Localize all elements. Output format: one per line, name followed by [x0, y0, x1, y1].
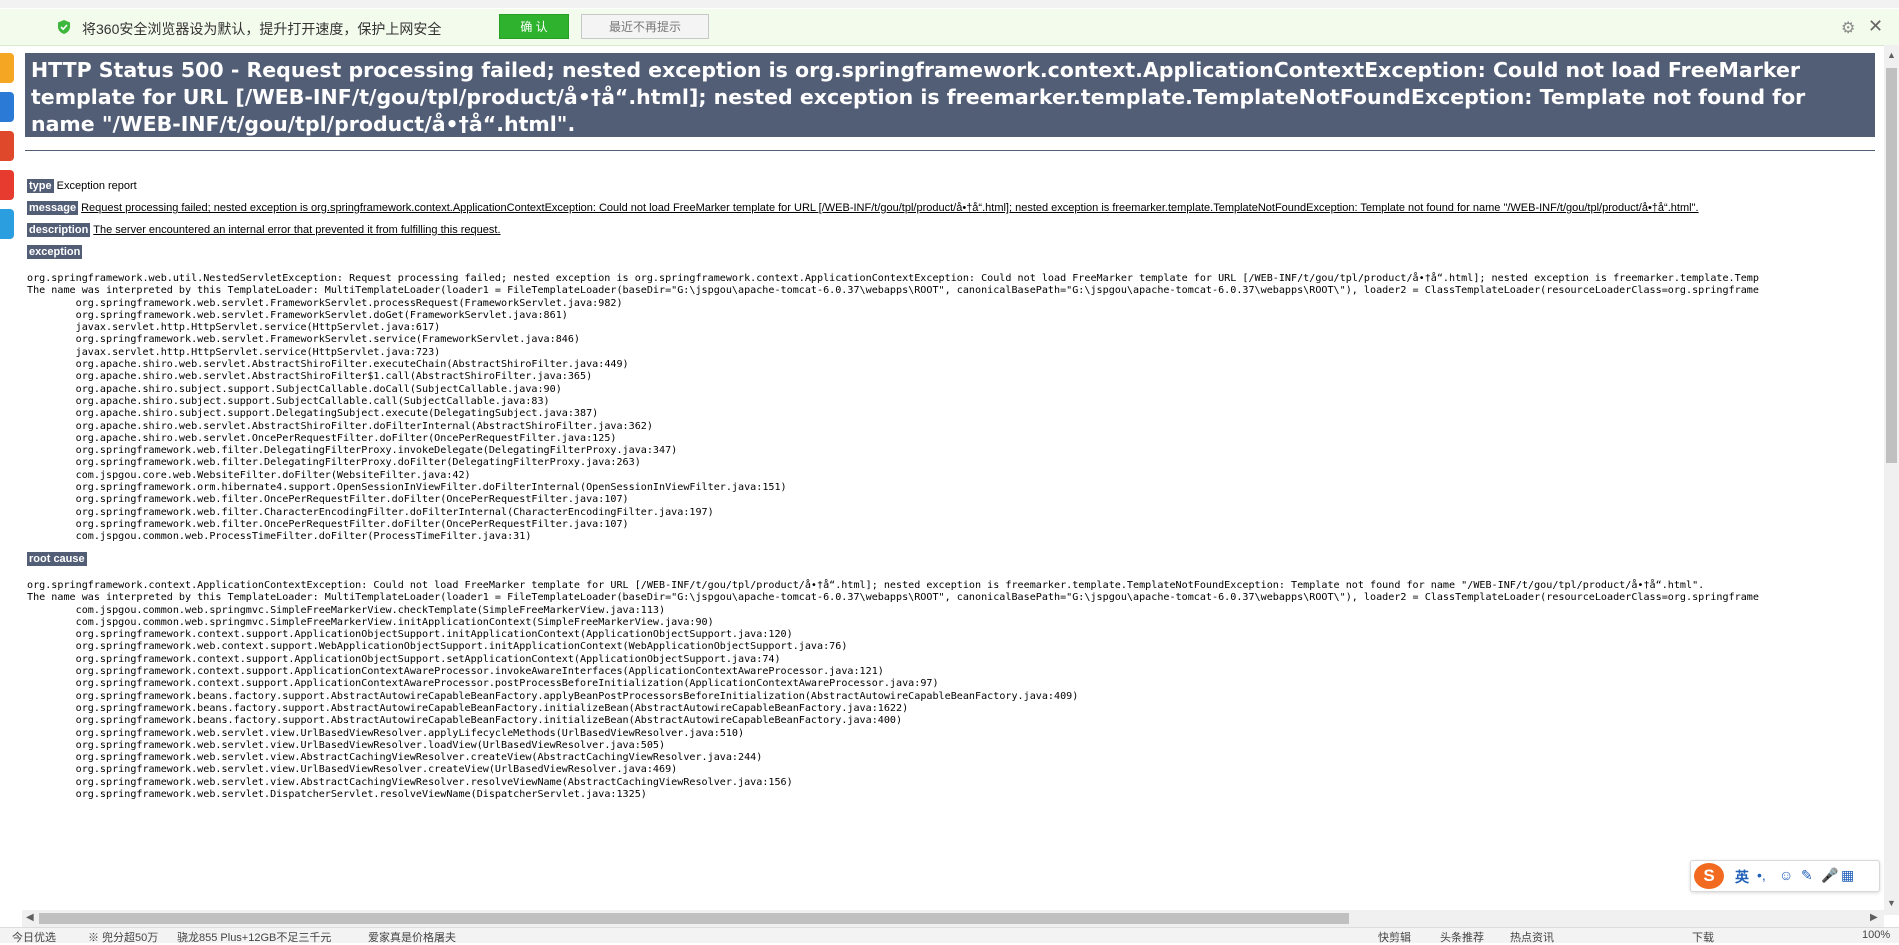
headline-link[interactable]: 头条推荐	[1440, 929, 1484, 945]
message-label: message	[27, 201, 79, 215]
pen-icon[interactable]: ✎	[1801, 867, 1813, 884]
scroll-up-icon[interactable]: ▲	[1887, 50, 1896, 60]
news-item[interactable]: 爱家真是价格屠夫	[368, 929, 456, 945]
page-title: HTTP Status 500 - Request processing fai…	[31, 58, 1806, 136]
shield-icon	[58, 20, 70, 34]
infobar-message: 将360安全浏览器设为默认，提升打开速度，保护上网安全	[82, 21, 442, 37]
horizontal-scrollbar[interactable]: ◀ ▶	[22, 910, 1884, 927]
sidebar-app-icon[interactable]	[0, 131, 14, 161]
exception-label: exception	[27, 245, 83, 259]
quick-clip-link[interactable]: 快剪辑	[1378, 929, 1411, 945]
tab-strip	[0, 0, 1899, 8]
default-browser-infobar: 将360安全浏览器设为默认，提升打开速度，保护上网安全 确 认 最近不再提示 ⚙…	[0, 9, 1899, 46]
dismiss-button[interactable]: 最近不再提示	[581, 14, 709, 39]
sidebar-favorites-icon[interactable]	[0, 53, 14, 83]
type-label: type	[27, 179, 54, 193]
gear-icon[interactable]: ⚙	[1841, 18, 1855, 38]
vertical-scroll-thumb[interactable]	[1886, 68, 1897, 463]
description-label: description	[27, 223, 91, 237]
sogou-logo-icon[interactable]: S	[1694, 863, 1724, 889]
description-row: description The server encountered an int…	[27, 223, 501, 237]
sidebar-app-icon[interactable]	[0, 92, 14, 122]
close-icon[interactable]: ✕	[1868, 16, 1883, 37]
scroll-right-icon[interactable]: ▶	[1870, 912, 1878, 923]
news-item[interactable]: ※ 兜分超50万	[88, 929, 158, 945]
sidebar-app-icon[interactable]	[0, 170, 14, 200]
root-cause-stack-trace: org.springframework.context.ApplicationC…	[27, 580, 1759, 801]
scroll-left-icon[interactable]: ◀	[26, 912, 34, 923]
divider	[25, 150, 1875, 151]
news-item[interactable]: 骁龙855 Plus+12GB不足三千元	[177, 929, 331, 945]
description-value: The server encountered an internal error…	[93, 224, 501, 236]
today-picks-link[interactable]: 今日优选	[12, 929, 56, 945]
emoji-icon[interactable]: ☺	[1779, 867, 1793, 883]
message-value: Request processing failed; nested except…	[81, 202, 1699, 214]
exception-row: exception	[27, 245, 85, 259]
sidebar-app-icon[interactable]	[0, 209, 14, 239]
message-row: message Request processing failed; nested…	[27, 201, 1699, 215]
root-cause-row: root cause	[27, 552, 90, 566]
horizontal-scroll-thumb[interactable]	[39, 913, 1349, 924]
ime-toolbar[interactable]: S 英 •, ☺ ✎ 🎤 ▦	[1690, 860, 1880, 892]
grid-icon[interactable]: ▦	[1841, 867, 1854, 884]
exception-stack-trace: org.springframework.web.util.NestedServl…	[27, 273, 1759, 543]
side-toolbar	[0, 45, 22, 915]
type-row: type Exception report	[27, 179, 137, 193]
status-bar: 今日优选 ※ 兜分超50万 骁龙855 Plus+12GB不足三千元 爱家真是价…	[0, 927, 1899, 945]
download-link[interactable]: 下载	[1692, 929, 1714, 945]
vertical-scrollbar[interactable]: ▲ ▼	[1884, 45, 1899, 915]
zoom-level[interactable]: 100%	[1862, 929, 1890, 941]
scroll-down-icon[interactable]: ▼	[1887, 898, 1896, 908]
ime-language-toggle[interactable]: 英	[1735, 867, 1749, 887]
root-cause-label: root cause	[27, 552, 87, 566]
punctuation-icon[interactable]: •,	[1757, 867, 1766, 883]
type-value: Exception report	[56, 180, 137, 192]
hot-news-link[interactable]: 热点资讯	[1510, 929, 1554, 945]
microphone-icon[interactable]: 🎤	[1821, 867, 1838, 884]
confirm-button[interactable]: 确 认	[499, 14, 569, 39]
page-title-bar: HTTP Status 500 - Request processing fai…	[25, 53, 1875, 137]
error-page: HTTP Status 500 - Request processing fai…	[22, 45, 1884, 910]
